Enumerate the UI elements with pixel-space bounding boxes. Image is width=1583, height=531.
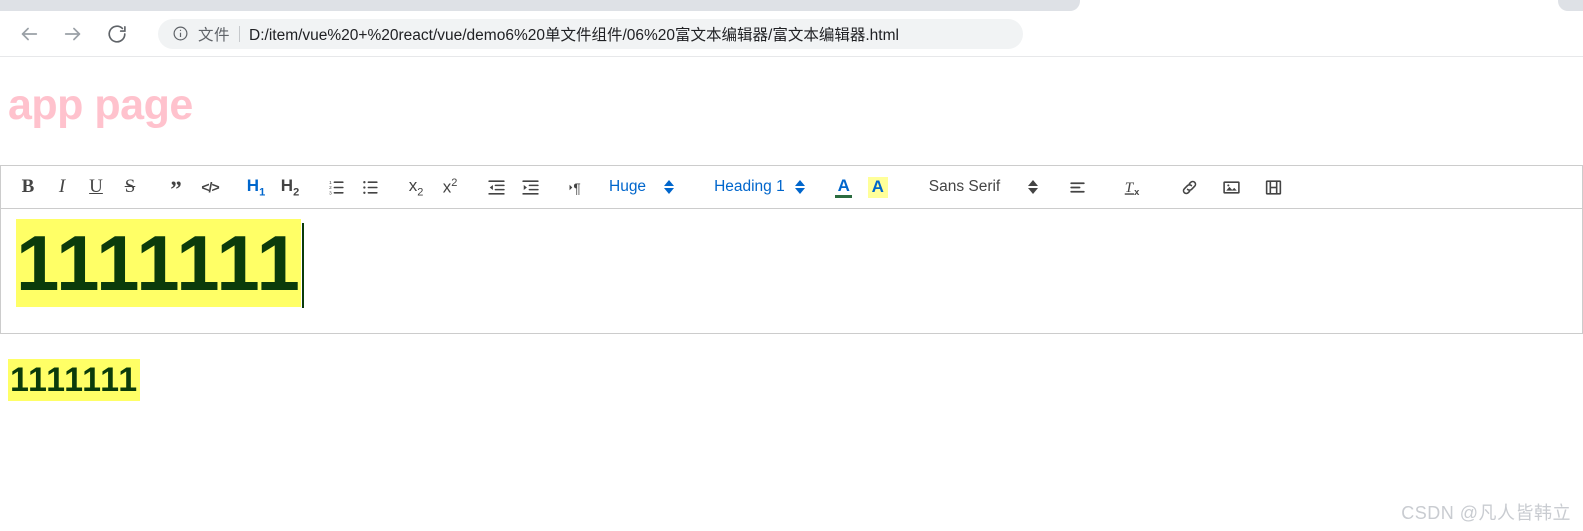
strike-button[interactable]: S	[113, 172, 147, 202]
chevron-updown-icon	[664, 180, 675, 194]
page-content: app page B I U S ” </> H1 H2 1 2 3 x2 x2…	[0, 57, 1583, 531]
italic-button[interactable]: I	[45, 172, 79, 202]
background-color-button[interactable]: A	[861, 172, 895, 202]
code-icon: </>	[201, 179, 219, 195]
font-picker[interactable]: Sans Serif	[901, 172, 1043, 202]
clear-format-icon: T x	[1123, 177, 1144, 198]
reload-icon	[106, 23, 128, 45]
browser-tab-strip	[0, 0, 1583, 11]
link-icon	[1180, 178, 1199, 197]
preview-text: 1111111	[8, 359, 141, 401]
indent-button[interactable]	[513, 172, 547, 202]
chevron-updown-icon	[794, 180, 805, 194]
bullet-list-icon	[361, 178, 380, 197]
ordered-list-icon: 1 2 3	[327, 178, 346, 197]
bold-icon: B	[21, 176, 35, 197]
toolbar-group-indent	[473, 172, 553, 202]
header-picker-label: Heading 1	[714, 178, 785, 195]
svg-text:¶: ¶	[573, 180, 580, 195]
address-separator	[239, 25, 241, 42]
bold-button[interactable]: B	[11, 172, 45, 202]
clear-format-button[interactable]: T x	[1116, 172, 1150, 202]
arrow-left-icon	[18, 23, 40, 45]
tab-strip-right-region	[1558, 0, 1583, 11]
header-picker[interactable]: Heading 1	[678, 172, 809, 202]
svg-text:2: 2	[329, 185, 332, 190]
superscript-button[interactable]: x2	[433, 172, 467, 202]
back-button[interactable]	[10, 15, 48, 53]
reload-button[interactable]	[98, 15, 136, 53]
editor-output-preview: 1111111	[8, 359, 1583, 401]
toolbar-group-headers: H1 H2	[233, 172, 313, 202]
header-1-button[interactable]: H1	[239, 172, 273, 202]
align-button[interactable]	[1060, 172, 1094, 202]
video-icon	[1264, 178, 1283, 197]
address-scheme-label: 文件	[198, 26, 231, 44]
indent-icon	[521, 178, 540, 197]
underline-button[interactable]: U	[79, 172, 113, 202]
toolbar-group-block: ” </>	[153, 172, 233, 202]
address-url-text[interactable]: D:/item/vue%20+%20react/vue/demo6%20单文件组…	[249, 23, 1009, 45]
align-icon	[1068, 178, 1087, 197]
watermark: CSDN @凡人皆韩立	[1401, 503, 1571, 523]
text-color-button[interactable]: A	[827, 172, 861, 202]
editor-toolbar: B I U S ” </> H1 H2 1 2 3 x2 x2 ¶ Huge H…	[0, 165, 1583, 209]
highlight-color-swatch: A	[867, 176, 888, 198]
heading-1-icon: H1	[246, 175, 266, 199]
font-color-icon: A	[837, 175, 850, 195]
svg-text:1: 1	[329, 179, 332, 184]
svg-text:x: x	[1134, 187, 1140, 197]
chevron-updown-icon	[1028, 180, 1039, 194]
font-color-swatch	[835, 194, 853, 198]
font-picker-label: Sans Serif	[928, 178, 1001, 195]
code-block-button[interactable]: </>	[193, 172, 227, 202]
underline-icon: U	[89, 176, 103, 197]
blockquote-button[interactable]: ”	[159, 172, 193, 202]
svg-text:3: 3	[329, 190, 332, 195]
tab-strip-left-region	[0, 0, 1080, 11]
editor-content-text: 1111111	[16, 219, 301, 307]
subscript-button[interactable]: x2	[399, 172, 433, 202]
browser-toolbar: 文件 D:/item/vue%20+%20react/vue/demo6%20单…	[0, 11, 1583, 57]
toolbar-group-script: x2 x2	[393, 172, 473, 202]
address-bar[interactable]: 文件 D:/item/vue%20+%20react/vue/demo6%20单…	[158, 18, 1023, 49]
text-direction-icon: ¶	[567, 178, 586, 197]
image-button[interactable]	[1214, 172, 1248, 202]
outdent-button[interactable]	[479, 172, 513, 202]
forward-button[interactable]	[54, 15, 92, 53]
subscript-icon: x2	[408, 175, 424, 199]
superscript-icon: x2	[442, 176, 458, 197]
page-title: app page	[8, 81, 193, 129]
toolbar-group-lists: 1 2 3	[313, 172, 393, 202]
video-button[interactable]	[1256, 172, 1290, 202]
ordered-list-button[interactable]: 1 2 3	[319, 172, 353, 202]
rich-text-editor: B I U S ” </> H1 H2 1 2 3 x2 x2 ¶ Huge H…	[0, 165, 1583, 334]
editor-content-area[interactable]: 1111111	[0, 209, 1583, 334]
highlight-color-icon: A	[871, 176, 884, 196]
strikethrough-icon: S	[124, 176, 136, 197]
arrow-right-icon	[62, 23, 84, 45]
link-button[interactable]	[1172, 172, 1206, 202]
size-picker[interactable]: Huge	[599, 172, 678, 202]
toolbar-group-misc: T x	[1042, 172, 1296, 202]
image-icon	[1222, 178, 1241, 197]
toolbar-group-colors: A A	[809, 172, 901, 202]
text-caret	[301, 223, 304, 308]
outdent-icon	[487, 178, 506, 197]
italic-icon: I	[58, 176, 66, 197]
bullet-list-button[interactable]	[353, 172, 387, 202]
toolbar-group-inline: B I U S	[5, 172, 153, 202]
info-circle-icon[interactable]	[172, 25, 189, 42]
heading-2-icon: H2	[280, 175, 300, 199]
toolbar-group-direction: ¶	[553, 172, 599, 202]
size-picker-label: Huge	[609, 178, 647, 195]
header-2-button[interactable]: H2	[273, 172, 307, 202]
text-direction-button[interactable]: ¶	[559, 172, 593, 202]
